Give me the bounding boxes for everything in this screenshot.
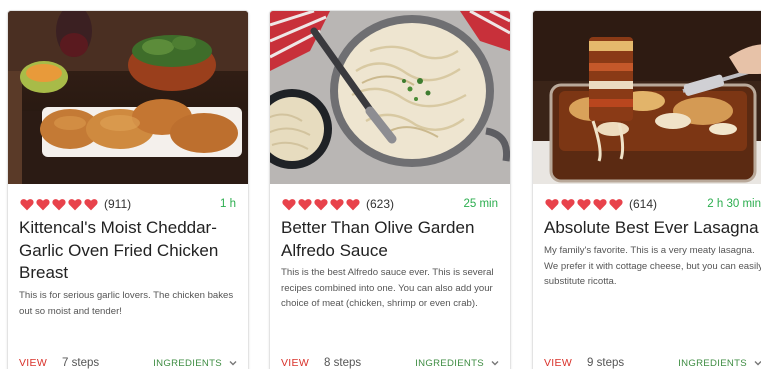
recipe-description: My family's favorite. This is a very mea… (544, 245, 761, 287)
rating-count: (623) (366, 197, 395, 211)
heart-icon (561, 198, 575, 210)
heart-icon (36, 198, 50, 210)
view-button[interactable]: VIEW (19, 357, 47, 369)
heart-icon (20, 198, 34, 210)
heart-icon (545, 198, 559, 210)
recipe-title[interactable]: Better Than Olive Garden Alfredo Sauce (281, 217, 500, 262)
heart-icon (314, 198, 328, 210)
rating-count: (911) (104, 197, 132, 211)
recipe-description: This is for serious garlic lovers. The c… (19, 290, 234, 317)
heart-icon (298, 198, 312, 210)
rating-hearts (545, 198, 623, 211)
heart-icon (330, 198, 344, 210)
steps-count: 8 steps (324, 357, 362, 369)
view-button[interactable]: VIEW (544, 357, 572, 369)
steps-count: 7 steps (62, 357, 100, 369)
ingredients-button[interactable]: INGREDIENTS (415, 358, 500, 369)
chevron-down-icon (229, 361, 237, 366)
heart-icon (68, 198, 82, 210)
ingredients-button[interactable]: INGREDIENTS (678, 358, 761, 369)
recipe-meta: (911) 1 h (20, 194, 236, 214)
ingredients-label: INGREDIENTS (678, 357, 747, 369)
recipe-card[interactable]: (623) 25 min Better Than Olive Garden Al… (269, 10, 511, 369)
steps-count: 9 steps (587, 357, 625, 369)
chevron-down-icon (754, 361, 761, 366)
heart-icon (609, 198, 623, 210)
recipe-meta: (614) 2 h 30 min (545, 194, 761, 214)
chevron-down-icon (491, 361, 499, 366)
ingredients-button[interactable]: INGREDIENTS (153, 358, 238, 369)
recipe-card[interactable]: (911) 1 h Kittencal's Moist Cheddar-Garl… (7, 10, 249, 369)
rating-hearts (20, 198, 98, 211)
ingredients-label: INGREDIENTS (153, 357, 222, 369)
heart-icon (577, 198, 591, 210)
recipe-card-list: (911) 1 h Kittencal's Moist Cheddar-Garl… (0, 0, 761, 369)
alfredo-sauce-photo[interactable] (270, 11, 510, 184)
recipe-card[interactable]: (614) 2 h 30 min Absolute Best Ever Lasa… (532, 10, 761, 369)
card-actions: VIEW 9 steps INGREDIENTS (544, 353, 761, 369)
heart-icon (593, 198, 607, 210)
cook-time: 1 h (220, 198, 236, 210)
rating-hearts (282, 198, 360, 211)
lasagna-photo[interactable] (533, 11, 761, 184)
heart-icon (282, 198, 296, 210)
recipe-title[interactable]: Absolute Best Ever Lasagna (544, 217, 761, 240)
recipe-title[interactable]: Kittencal's Moist Cheddar-Garlic Oven Fr… (19, 217, 238, 285)
recipe-description: This is the best Alfredo sauce ever. Thi… (281, 267, 494, 309)
ingredients-label: INGREDIENTS (415, 357, 484, 369)
cook-time: 25 min (463, 198, 498, 210)
cook-time: 2 h 30 min (707, 198, 761, 210)
card-actions: VIEW 7 steps INGREDIENTS (19, 353, 238, 369)
card-actions: VIEW 8 steps INGREDIENTS (281, 353, 500, 369)
heart-icon (84, 198, 98, 210)
heart-icon (346, 198, 360, 210)
rating-count: (614) (629, 197, 658, 211)
view-button[interactable]: VIEW (281, 357, 309, 369)
heart-icon (52, 198, 66, 210)
recipe-meta: (623) 25 min (282, 194, 498, 214)
fried-chicken-photo[interactable] (8, 11, 248, 184)
